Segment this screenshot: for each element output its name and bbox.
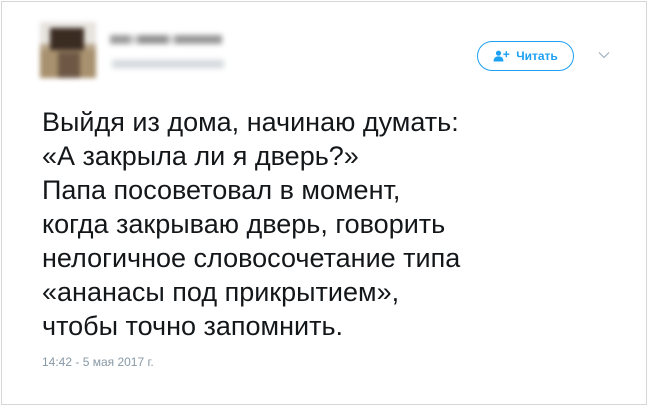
tweet-line: «ананасы под прикрытием», [42,277,400,307]
tweet-timestamp[interactable]: 14:42 - 5 мая 2017 г. [42,355,154,369]
tweet-line: «А закрыла ли я дверь?» [42,141,359,171]
add-user-icon [493,50,510,62]
tweet-text: Выйдя из дома, начинаю думать: «А закрыл… [42,105,632,343]
tweet-line: Папа посоветовал в момент, [42,175,401,205]
tweet-menu-button[interactable] [593,46,615,64]
tweet-line: чтобы точно запомнить. [42,311,344,341]
tweet-line: Выйдя из дома, начинаю думать: [42,107,459,137]
avatar[interactable] [40,22,96,78]
tweet-line: когда закрываю дверь, говорить [42,209,446,239]
tweet-card: Читать Выйдя из дома, начинаю думать: «А… [1,1,647,405]
follow-label: Читать [516,49,558,63]
tweet-line: нелогичное словосочетание типа [42,243,461,273]
follow-button[interactable]: Читать [477,41,574,71]
chevron-down-icon [598,51,610,59]
author-handle-blurred [112,60,224,68]
tweet-header: Читать [40,22,620,82]
author-name-blurred[interactable] [110,35,222,44]
